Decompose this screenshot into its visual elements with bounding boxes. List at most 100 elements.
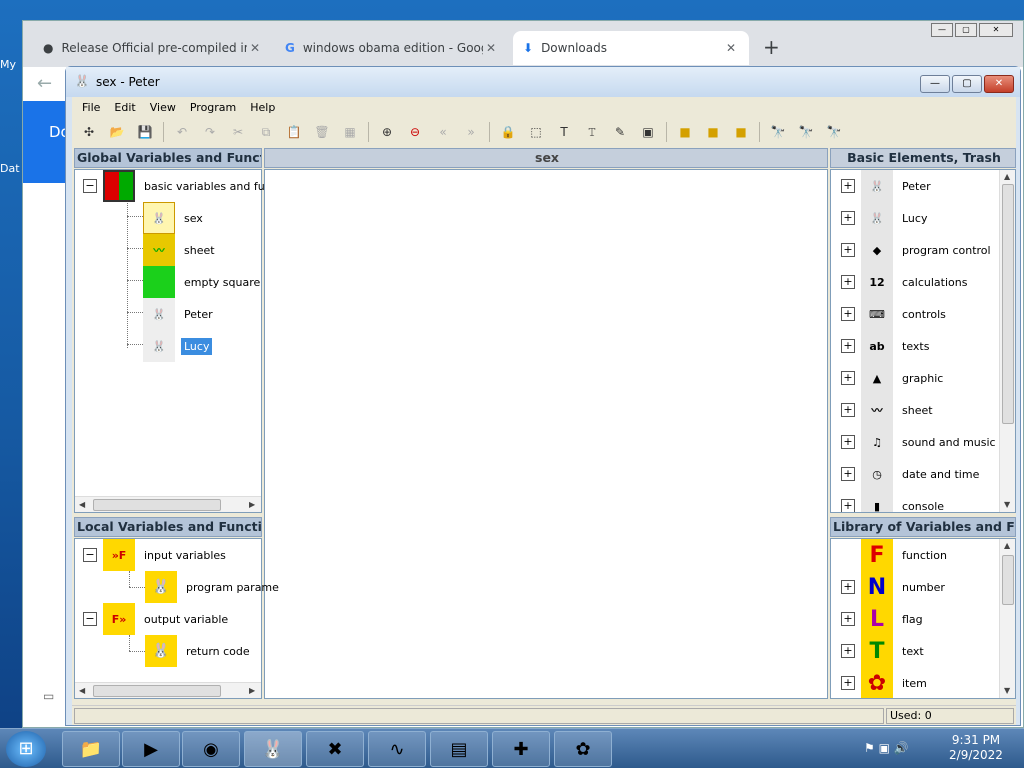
tab-downloads[interactable]: ⬇ Downloads ✕ [513,31,749,65]
vertical-scrollbar[interactable]: ▲ ▼ [999,539,1015,698]
text-box-icon[interactable]: 𝚃 [581,121,603,143]
tree-root[interactable]: − basic variables and fun [83,170,275,202]
horizontal-scrollbar[interactable]: ◀ ▶ [75,682,261,698]
expand-icon[interactable]: + [841,644,855,658]
oscilloscope-taskbar-icon[interactable]: ∿ [368,731,426,767]
desktop-icon-label-2[interactable]: Dat [0,162,22,175]
paste-icon[interactable]: 📋 [283,121,305,143]
caption-icon[interactable]: ▭ [43,689,54,703]
tab-github[interactable]: ● Release Official pre-compiled ins ✕ [33,31,273,65]
menu-program[interactable]: Program [190,101,236,114]
tree-item-sex[interactable]: 🐰 sex [143,202,206,234]
note-close-icon[interactable]: ■ [730,121,752,143]
forward-icon[interactable]: » [460,121,482,143]
basic-element-item[interactable]: + ♫ sound and music [841,426,999,458]
tab-google[interactable]: G windows obama edition - Google ✕ [275,31,509,65]
expand-icon[interactable]: + [841,612,855,626]
cut-icon[interactable]: ✂ [227,121,249,143]
new-tab-button[interactable]: + [763,35,780,59]
tree-item-return-code[interactable]: 🐰 return code [145,635,253,667]
library-item[interactable]: + Lflag [841,603,926,635]
media-player-taskbar-icon[interactable]: ▶ [122,731,180,767]
library-item[interactable]: + ✿ item [841,667,930,698]
tree-item-input-variables[interactable]: − »F input variables [83,539,229,571]
tray-icons[interactable]: ⚑ ▣ 🔊 [864,741,909,755]
clock[interactable]: 9:31 PM 2/9/2022 [946,733,1006,763]
rabbit-app-taskbar-icon[interactable]: 🐰 [244,731,302,767]
zoom-out-icon[interactable]: ⊖ [404,121,426,143]
close-icon[interactable]: ✕ [723,41,739,55]
close-button[interactable]: ✕ [984,75,1014,93]
find-replace-icon[interactable]: 🔭 [823,121,845,143]
basic-element-item[interactable]: + 🐰 Lucy [841,202,930,234]
basic-element-item[interactable]: + ◷ date and time [841,458,982,490]
lock-icon[interactable]: 🔒 [497,121,519,143]
find-icon[interactable]: 🔭 [767,121,789,143]
tree-label[interactable]: Lucy [181,337,213,355]
tree-item-peter[interactable]: 🐰 Peter [143,298,216,330]
back-icon[interactable]: « [432,121,454,143]
menu-view[interactable]: View [150,101,176,114]
expand-icon[interactable]: + [841,371,855,385]
find-next-icon[interactable]: 🔭 [795,121,817,143]
tree-item-sheet[interactable]: 〰 sheet [143,234,218,266]
save-icon[interactable]: 💾 [134,121,156,143]
expand-icon[interactable]: + [841,580,855,594]
delete-icon[interactable]: 🗑 [311,121,333,143]
start-button[interactable]: ⊞ [6,731,46,767]
basic-element-item[interactable]: + ab texts [841,330,932,362]
frame-icon[interactable]: ⬚ [525,121,547,143]
maximize-icon[interactable]: ▢ [955,23,977,37]
pixel-app-taskbar-icon[interactable]: ✚ [492,731,550,767]
new-program-icon[interactable]: ✣ [78,121,100,143]
copy-icon[interactable]: ⧉ [255,121,277,143]
basic-element-item[interactable]: + 〰 sheet [841,394,936,426]
back-arrow-icon[interactable]: ← [37,73,52,94]
tree-item-output-variable[interactable]: − F» output variable [83,603,231,635]
expand-icon[interactable]: + [841,467,855,481]
basic-element-item[interactable]: + 🐰 Peter [841,170,934,202]
undo-icon[interactable]: ↶ [171,121,193,143]
collapse-icon[interactable]: − [83,548,97,562]
minimize-button[interactable]: — [920,75,950,93]
collapse-icon[interactable]: − [83,612,97,626]
expand-icon[interactable]: + [841,243,855,257]
library-item[interactable]: + Ttext [841,635,927,667]
basic-element-item[interactable]: +12 calculations [841,266,970,298]
desktop-icon-label-1[interactable]: My [0,58,22,71]
expand-icon[interactable]: + [841,499,855,512]
expand-icon[interactable]: + [841,403,855,417]
note-icon[interactable]: ■ [674,121,696,143]
program-canvas[interactable] [264,169,828,699]
library-item[interactable]: Ffunction [841,539,950,571]
text-tool-icon[interactable]: T [553,121,575,143]
chrome-taskbar-icon[interactable]: ◉ [182,731,240,767]
flower-app-taskbar-icon[interactable]: ✿ [554,731,612,767]
horizontal-scrollbar[interactable]: ◀ ▶ [75,496,261,512]
minimize-icon[interactable]: — [931,23,953,37]
expand-icon[interactable]: + [841,275,855,289]
tree-item-lucy[interactable]: 🐰 Lucy [143,330,213,362]
expand-icon[interactable]: + [841,435,855,449]
maximize-button[interactable]: ▢ [952,75,982,93]
select-all-icon[interactable]: ▦ [339,121,361,143]
console-taskbar-icon[interactable]: ▤ [430,731,488,767]
menu-file[interactable]: File [82,101,100,114]
vertical-scrollbar[interactable]: ▲ ▼ [999,170,1015,512]
basic-element-item[interactable]: + ⌨ controls [841,298,949,330]
expand-icon[interactable]: + [841,211,855,225]
image-icon[interactable]: ▣ [637,121,659,143]
tree-item-program-parameters[interactable]: 🐰 program parame [145,571,282,603]
expand-icon[interactable]: + [841,179,855,193]
edit-icon[interactable]: ✎ [609,121,631,143]
redo-icon[interactable]: ↷ [199,121,221,143]
library-item[interactable]: + Nnumber [841,571,948,603]
basic-element-item[interactable]: + ◆ program control [841,234,994,266]
x-app-taskbar-icon[interactable]: ✖ [306,731,364,767]
explorer-taskbar-icon[interactable]: 📁 [62,731,120,767]
note-open-icon[interactable]: ■ [702,121,724,143]
expand-icon[interactable]: + [841,307,855,321]
expand-icon[interactable]: + [841,339,855,353]
close-icon[interactable]: ✕ [483,41,499,55]
expand-icon[interactable]: + [841,676,855,690]
